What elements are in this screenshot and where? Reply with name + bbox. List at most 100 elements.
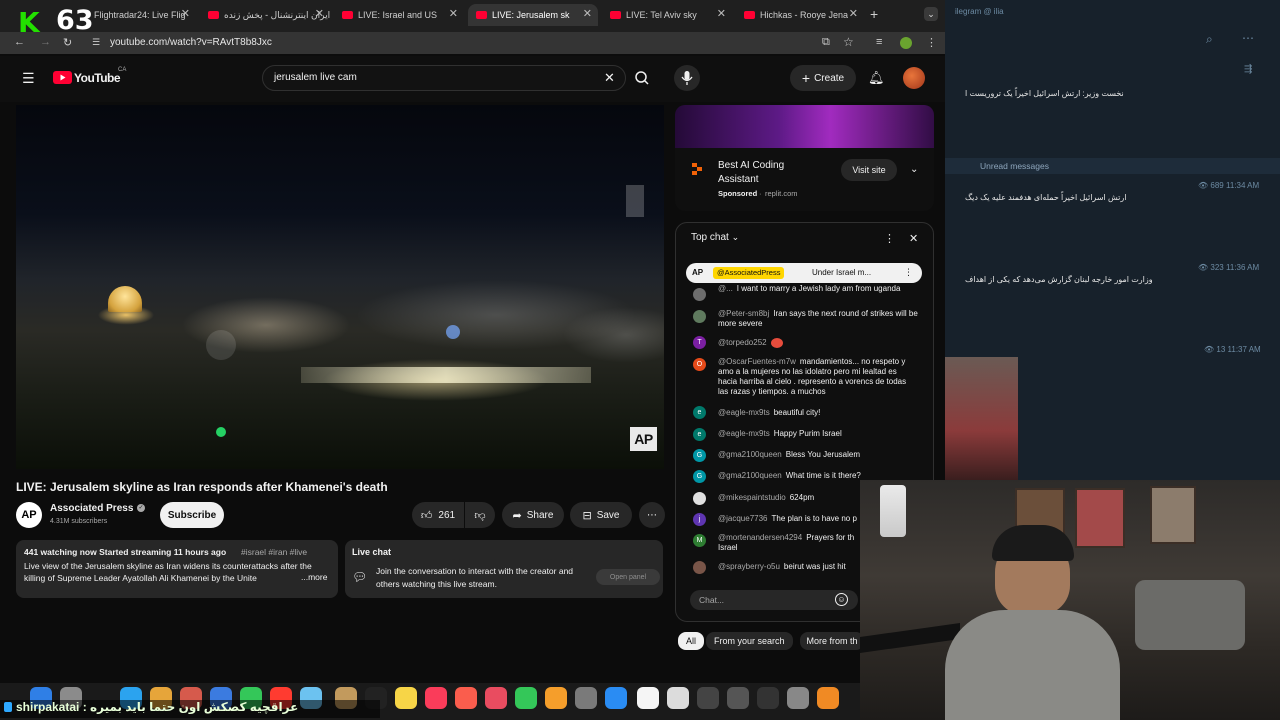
green-light (216, 427, 226, 437)
chat-avatar[interactable]: G (693, 449, 706, 462)
video-title: LIVE: Jerusalem skyline as Iran responds… (16, 480, 388, 494)
browser-menu-icon[interactable]: ⋮ (926, 36, 937, 49)
tab-search-button[interactable]: ⌄ (924, 7, 938, 21)
youtube-logo-text[interactable]: YouTube (74, 71, 121, 85)
notion-icon[interactable] (637, 687, 659, 709)
sponsored-ad[interactable] (675, 105, 934, 211)
telegram-message[interactable]: نخست وزیر: ارتش اسرائیل اخیراً یک تروریس… (965, 89, 1124, 98)
browser-tab[interactable]: Flightradar24: Live Flig ✕ (86, 4, 196, 26)
forward-icon[interactable]: → (40, 36, 51, 48)
chat-avatar[interactable] (693, 310, 706, 323)
chat-text: beirut was just hit (783, 562, 846, 571)
browser-tab-active[interactable]: LIVE: Jerusalem sk ✕ (468, 4, 598, 26)
pages-icon[interactable] (545, 687, 567, 709)
close-chat-icon[interactable]: ✕ (909, 232, 918, 245)
browser-tab[interactable]: Hichkas - Rooye Jena ✕ (736, 4, 864, 26)
close-icon[interactable]: ✕ (315, 7, 324, 20)
calendar-icon[interactable] (455, 687, 477, 709)
clear-search-icon[interactable]: ✕ (604, 70, 615, 86)
video-player[interactable] (16, 105, 664, 469)
back-icon[interactable]: ← (14, 36, 25, 48)
chat-mode-selector[interactable]: Top chat ⌄ (691, 232, 739, 243)
chat-avatar[interactable]: e (693, 406, 706, 419)
news-icon[interactable] (485, 687, 507, 709)
ad-title[interactable]: Best AI Coding Assistant (718, 159, 818, 187)
app-store-icon[interactable] (605, 687, 627, 709)
system-settings-icon[interactable] (575, 687, 597, 709)
browser-tab[interactable]: ایران اینترنشنال - پخش زنده ✕ (200, 4, 330, 26)
telegram-media-thumbnail[interactable] (945, 357, 1018, 480)
notes-icon[interactable] (395, 687, 417, 709)
profile-avatar[interactable] (900, 37, 912, 49)
app-icon[interactable] (697, 687, 719, 709)
numbers-icon[interactable] (515, 687, 537, 709)
chat-avatar[interactable] (693, 561, 706, 574)
close-icon[interactable]: ✕ (849, 7, 858, 20)
notifications-bell-icon[interactable]: 🔔︎ (868, 70, 885, 86)
close-icon[interactable]: ✕ (583, 7, 592, 20)
calendar-31-icon[interactable] (667, 687, 689, 709)
browser-tab[interactable]: LIVE: Tel Aviv sky ✕ (602, 4, 732, 26)
chat-avatar[interactable]: O (693, 358, 706, 371)
create-button[interactable]: + Create (790, 65, 856, 91)
search-input[interactable]: jerusalem live cam (274, 72, 357, 83)
close-icon[interactable]: ✕ (181, 7, 190, 20)
bookmark-star-icon[interactable]: ☆ (843, 35, 854, 49)
description-tags[interactable]: #israel #iran #live (241, 547, 307, 557)
music-icon[interactable] (425, 687, 447, 709)
chat-avatar[interactable] (693, 492, 706, 505)
subscribe-button[interactable]: Subscribe (160, 502, 224, 528)
youtube-logo-icon[interactable] (53, 71, 72, 84)
search-button[interactable] (626, 65, 660, 91)
open-panel-button[interactable]: Open panel (596, 569, 660, 585)
install-icon[interactable]: ⧉ (822, 36, 830, 49)
chat-avatar[interactable]: G (693, 470, 706, 483)
app-icon[interactable] (787, 687, 809, 709)
channel-name[interactable]: Associated Press (50, 503, 133, 514)
telegram-menu-icon[interactable]: ⋯ (1242, 31, 1254, 45)
filter-chip-all[interactable]: All (678, 632, 705, 650)
telegram-message[interactable]: وزارت امور خارجه لبنان گزارش می‌دهد که ی… (965, 275, 1153, 284)
unity-icon[interactable] (757, 687, 779, 709)
save-button[interactable]: ⊟ Save (570, 502, 632, 528)
chat-avatar[interactable] (693, 288, 706, 301)
pinned-user[interactable]: @AssociatedPress (713, 267, 785, 279)
garageband-icon[interactable] (817, 687, 839, 709)
voice-search-button[interactable] (674, 65, 700, 91)
share-button[interactable]: ➦ Share (502, 502, 564, 528)
new-tab-button[interactable]: + (870, 6, 878, 22)
filter-chip-more-from-channel[interactable]: More from th (800, 632, 864, 650)
show-more-link[interactable]: ...more (297, 572, 328, 582)
chat-more-icon[interactable]: ⋮ (884, 232, 895, 245)
close-icon[interactable]: ✕ (449, 7, 458, 20)
media-controls-icon[interactable]: ≡ (876, 36, 882, 48)
emoji-icon[interactable]: ☺ (835, 593, 848, 606)
visit-site-button[interactable]: Visit site (841, 159, 897, 181)
channel-avatar[interactable]: AP (16, 502, 42, 528)
filter-chip-from-search[interactable]: From your search (706, 632, 793, 650)
telegram-message[interactable]: ارتش اسرائیل اخیراً حمله‌ای هدفمند علیه … (965, 193, 1126, 202)
chat-avatar[interactable]: j (693, 513, 706, 526)
chat-avatar[interactable]: T (693, 336, 706, 349)
dislike-button[interactable]: 👎︎ (465, 502, 495, 528)
account-avatar[interactable] (903, 67, 925, 89)
chevron-down-icon[interactable]: ⌄ (910, 164, 918, 175)
chat-avatar[interactable]: M (693, 534, 706, 547)
app-icon[interactable] (727, 687, 749, 709)
hamburger-menu-icon[interactable]: ☰ (22, 70, 35, 87)
url-field[interactable]: youtube.com/watch?v=RAvtT8b8Jxc (110, 37, 272, 48)
message-meta: 👁︎ 689 11:34 AM (1198, 181, 1260, 190)
reload-icon[interactable]: ↻ (63, 36, 72, 49)
pinned-more-icon[interactable]: ⋮ (904, 267, 913, 278)
like-button[interactable]: 👍︎ 261 (412, 502, 464, 528)
filter-icon[interactable]: ⇶ (1244, 64, 1252, 75)
site-info-icon[interactable]: ☰ (92, 37, 100, 48)
tower-building (626, 185, 644, 217)
browser-tab[interactable]: LIVE: Israel and US ✕ (334, 4, 464, 26)
close-icon[interactable]: ✕ (717, 7, 726, 20)
live-chat-description: Join the conversation to interact with t… (376, 566, 574, 589)
chat-text: 624pm (789, 493, 815, 502)
search-icon[interactable]: ⌕ (1206, 32, 1213, 47)
chat-avatar[interactable]: e (693, 428, 706, 441)
more-actions-button[interactable]: ⋯ (639, 502, 665, 528)
